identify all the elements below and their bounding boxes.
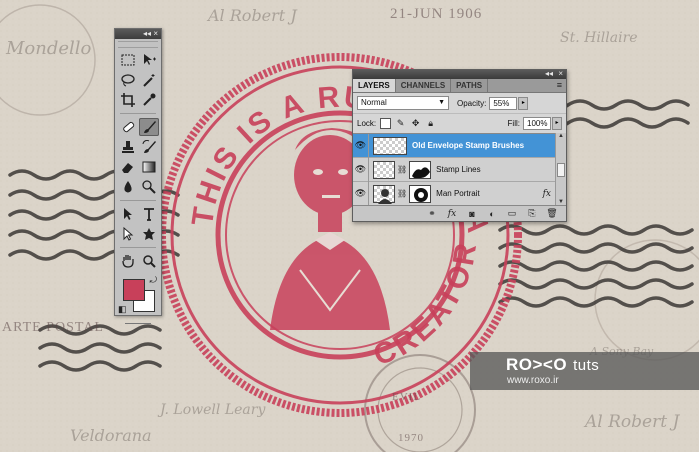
scrollbar-thumb[interactable] — [557, 163, 565, 177]
layer-thumbnail — [373, 160, 395, 179]
panel-grip[interactable] — [118, 41, 158, 48]
lock-all-icon[interactable]: 🔒︎ — [425, 118, 436, 129]
brush-tool-icon[interactable] — [138, 118, 159, 136]
scroll-up-icon[interactable]: ▲ — [556, 133, 566, 139]
lock-image-pixels-icon[interactable]: ✎ — [395, 118, 406, 129]
color-swatches: ⤾ ◧ — [117, 275, 159, 319]
add-layer-mask-icon[interactable]: ◙ — [466, 209, 478, 219]
lock-label: Lock: — [357, 119, 377, 128]
magic-wand-tool-icon[interactable] — [139, 71, 159, 89]
layer-row[interactable]: 👁︎ Old Envelope Stamp Brushes — [353, 133, 557, 158]
layers-panel[interactable]: ◂◂ × LAYERS CHANNELS PATHS ≡ Normal ▼ Op… — [352, 69, 567, 222]
postmark-year: 1970 — [398, 432, 424, 444]
link-chain-icon: ⛓︎ — [397, 189, 408, 198]
hand-tool-icon[interactable] — [118, 252, 138, 270]
opacity-slider-button[interactable]: ▸ — [518, 96, 529, 110]
foreground-color-swatch[interactable] — [123, 279, 145, 301]
layer-effects-icon[interactable]: fx — [543, 189, 551, 199]
opacity-field[interactable]: 55% — [489, 96, 518, 110]
eyedropper-tool-icon[interactable] — [139, 91, 159, 109]
swap-colors-icon[interactable]: ⤾ — [150, 275, 158, 286]
layer-thumbnail — [373, 136, 407, 155]
brand-logo-text: RO><O — [506, 355, 568, 374]
direct-selection-tool-icon[interactable] — [118, 225, 138, 243]
tools-panel-titlebar[interactable]: ◂◂ × — [115, 29, 161, 39]
layer-row[interactable]: 👁︎ ⛓︎ Man Portrait fx — [353, 181, 557, 206]
layers-scrollbar[interactable]: ▲ ▼ — [555, 133, 566, 205]
blend-mode-select[interactable]: Normal ▼ — [357, 96, 449, 110]
lock-transparent-pixels-icon[interactable] — [380, 118, 392, 129]
lasso-tool-icon[interactable] — [118, 71, 138, 89]
tab-paths[interactable]: PATHS — [451, 79, 489, 92]
visibility-eye-icon[interactable]: 👁︎ — [353, 133, 369, 158]
script-text: Mondello — [6, 38, 92, 59]
opacity-label: Opacity: — [457, 98, 487, 108]
layer-name: Man Portrait — [436, 189, 480, 198]
layer-row[interactable]: 👁︎ ⛓︎ Stamp Lines — [353, 157, 557, 182]
postal-text: ARTE POSTAL — [2, 320, 104, 335]
fill-slider-button[interactable]: ▸ — [552, 117, 562, 130]
watermark-brand: RO><O tuts — [506, 355, 599, 375]
layer-mask-thumbnail[interactable] — [409, 160, 432, 179]
custom-shape-tool-icon[interactable] — [139, 225, 159, 243]
zoom-tool-icon[interactable] — [139, 252, 159, 270]
panel-tabs: LAYERS CHANNELS PATHS ≡ — [353, 79, 566, 93]
fill-label: Fill: — [507, 119, 520, 128]
close-icon[interactable]: × — [558, 69, 563, 79]
new-layer-icon[interactable]: ⎘ — [526, 208, 538, 219]
panel-menu-icon[interactable]: ≡ — [557, 80, 562, 90]
eraser-tool-icon[interactable] — [118, 158, 138, 176]
layer-name: Old Envelope Stamp Brushes — [412, 141, 525, 150]
path-selection-tool-icon[interactable] — [118, 205, 138, 223]
link-chain-icon: ⛓︎ — [397, 165, 408, 174]
layers-bottom-bar: ⚭ fx ◙ ◐ ▭ ⎘ 🗑︎ — [353, 205, 566, 221]
layer-mask-thumbnail[interactable] — [409, 184, 432, 203]
collapse-icon[interactable]: ◂◂ — [545, 69, 553, 79]
script-text: Al Robert J — [208, 6, 297, 25]
layer-thumbnail — [373, 184, 395, 204]
layers-panel-titlebar[interactable]: ◂◂ × — [353, 69, 566, 79]
close-icon[interactable]: × — [153, 29, 158, 39]
blur-tool-icon[interactable] — [118, 178, 138, 196]
add-layer-style-icon[interactable]: fx — [446, 209, 458, 219]
chevron-down-icon: ▼ — [438, 99, 445, 106]
link-layers-icon[interactable]: ⚭ — [426, 208, 438, 219]
crop-tool-icon[interactable] — [118, 91, 138, 109]
default-colors-icon[interactable]: ◧ — [118, 304, 127, 315]
fill-field[interactable]: 100% — [523, 117, 551, 130]
brand-suffix: tuts — [573, 357, 600, 374]
script-text: Veldorana — [70, 426, 152, 445]
collapse-icon[interactable]: ◂◂ — [143, 29, 151, 39]
postmark-date: 21-JUN 1906 — [390, 6, 483, 22]
script-text: Al Robert J — [585, 412, 680, 432]
watermark-banner: RO><O tuts www.roxo.ir — [470, 352, 699, 390]
move-tool-icon[interactable] — [139, 51, 159, 69]
dodge-tool-icon[interactable] — [139, 178, 159, 196]
layer-list: 👁︎ Old Envelope Stamp Brushes 👁︎ ⛓︎ Stam… — [353, 133, 557, 206]
delete-layer-icon[interactable]: 🗑︎ — [546, 208, 558, 219]
quick-mask-divider — [125, 323, 151, 324]
lock-row: Lock: ✎ ✥ 🔒︎ Fill: 100% ▸ — [353, 113, 566, 133]
visibility-eye-icon[interactable]: 👁︎ — [353, 181, 369, 206]
clone-stamp-tool-icon[interactable] — [118, 138, 138, 156]
blend-mode-value: Normal — [361, 98, 387, 107]
script-text: J. Lowell Leary — [160, 402, 266, 418]
layer-name: Stamp Lines — [436, 165, 481, 174]
watermark-url: www.roxo.ir — [507, 375, 559, 386]
visibility-eye-icon[interactable]: 👁︎ — [353, 157, 369, 182]
new-adjustment-layer-icon[interactable]: ◐ — [486, 209, 498, 219]
tab-layers[interactable]: LAYERS — [353, 79, 396, 92]
gradient-tool-icon[interactable] — [139, 158, 159, 176]
history-brush-tool-icon[interactable] — [139, 138, 159, 156]
lock-position-icon[interactable]: ✥ — [410, 118, 421, 129]
healing-brush-tool-icon[interactable] — [118, 118, 138, 136]
blend-row: Normal ▼ Opacity: 55% ▸ — [353, 93, 566, 113]
tab-channels[interactable]: CHANNELS — [396, 79, 452, 92]
type-tool-icon[interactable] — [139, 205, 159, 223]
marquee-tool-icon[interactable] — [118, 51, 138, 69]
script-text: St. Hillaire — [560, 30, 638, 46]
tools-panel[interactable]: ◂◂ × ⤾ ◧ — [114, 28, 162, 324]
postmark-evil: EVIL — [392, 391, 422, 403]
new-group-icon[interactable]: ▭ — [506, 208, 518, 219]
